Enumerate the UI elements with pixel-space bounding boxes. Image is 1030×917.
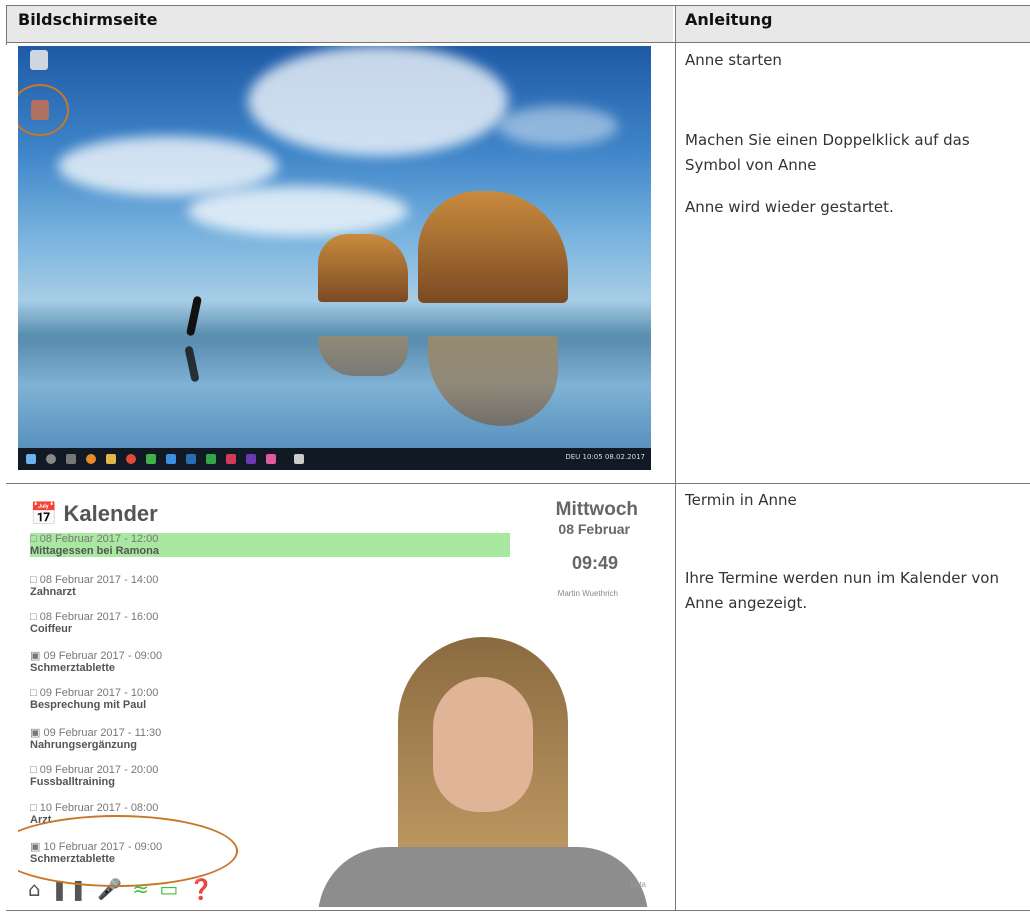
- table-border-top: [6, 5, 1030, 6]
- event-title: Mittagessen bei Ramona: [30, 545, 159, 557]
- event-title: Coiffeur: [30, 623, 73, 635]
- table-border-left: [6, 5, 7, 45]
- start-icon[interactable]: [26, 454, 36, 464]
- anne-avatar: [318, 637, 648, 907]
- instruction-title-2: Termin in Anne: [685, 491, 797, 509]
- current-date: 08 Februar: [558, 521, 630, 537]
- search-icon[interactable]: [46, 454, 56, 464]
- home-icon[interactable]: ⌂: [28, 877, 43, 901]
- app-icon[interactable]: [226, 454, 236, 464]
- weekday: Mittwoch: [555, 499, 638, 520]
- header-anleitung: Anleitung: [685, 10, 773, 29]
- table-border-mid: [675, 5, 676, 910]
- instruction-title-1: Anne starten: [685, 51, 782, 69]
- calendar-icon: □: [30, 802, 40, 814]
- tray-lang: DEU: [565, 453, 581, 461]
- chrome-icon[interactable]: [126, 454, 136, 464]
- table-border-row: [6, 483, 1030, 484]
- calendar-app-icon[interactable]: [294, 454, 304, 464]
- anne-calendar-screenshot: 📅 Kalender Mittwoch 08 Februar 09:49 Mar…: [18, 487, 658, 907]
- table-border-header: [6, 42, 1030, 43]
- tray-clock-date: 08.02.2017: [604, 453, 645, 461]
- system-tray: DEU 10:05 08.02.2017: [565, 453, 645, 461]
- desktop-screenshot: DEU 10:05 08.02.2017: [18, 46, 651, 470]
- tray-clock-time: 10:05: [582, 453, 603, 461]
- cloud: [248, 46, 508, 156]
- sync-icon[interactable]: [146, 454, 156, 464]
- event-date: □ 08 Februar 2017 - 16:00: [30, 611, 159, 623]
- calendar-icon: □: [30, 611, 40, 623]
- annotation-circle-anne-icon: [18, 84, 69, 136]
- event-date: □ 08 Februar 2017 - 14:00: [30, 574, 159, 586]
- recycle-bin-icon[interactable]: [30, 50, 48, 70]
- calendar-icon: 📅: [30, 501, 58, 526]
- rock-left: [318, 234, 408, 302]
- version-label: beta: [630, 880, 646, 889]
- app-icon[interactable]: [206, 454, 216, 464]
- event-date: □ 08 Februar 2017 - 12:00: [30, 533, 159, 545]
- current-time: 09:49: [571, 553, 618, 573]
- calendar-event[interactable]: □ 08 Februar 2017 - 16:00 Coiffeur: [30, 611, 510, 635]
- calendar-icon: □: [30, 533, 40, 545]
- calendar-icon: □: [30, 687, 40, 699]
- pill-icon: ▣: [30, 650, 44, 662]
- cloud: [188, 186, 408, 236]
- calendar-icon: □: [30, 764, 40, 776]
- rock-reflection: [428, 336, 558, 426]
- task-view-icon[interactable]: [66, 454, 76, 464]
- calendar-icon: □: [30, 574, 40, 586]
- instruction-text-2: Ihre Termine werden nun im Kalender von …: [685, 569, 999, 612]
- windows-taskbar: DEU 10:05 08.02.2017: [18, 448, 651, 470]
- app-icon[interactable]: [166, 454, 176, 464]
- calendar-event[interactable]: □ 08 Februar 2017 - 14:00 Zahnarzt: [30, 574, 510, 598]
- instruction-result-1: Anne wird wieder gestartet.: [685, 198, 894, 216]
- pill-icon: ▣: [30, 727, 44, 739]
- calendar-event[interactable]: □ 08 Februar 2017 - 12:00 Mittagessen bei…: [30, 533, 510, 557]
- event-title: Zahnarzt: [30, 586, 76, 598]
- calendar-title: 📅 Kalender: [30, 501, 158, 526]
- help-icon[interactable]: ❓: [189, 877, 216, 901]
- cloud: [498, 106, 618, 146]
- instruction-text-1: Machen Sie einen Doppelklick auf das Sym…: [685, 131, 970, 174]
- app-icon[interactable]: [186, 454, 196, 464]
- explorer-icon[interactable]: [106, 454, 116, 464]
- app-icon[interactable]: [246, 454, 256, 464]
- runner-reflection: [184, 345, 200, 383]
- cloud: [58, 136, 278, 196]
- runner-figure: [185, 295, 203, 337]
- user-name: Martin Wuethrich: [557, 589, 618, 598]
- app-icon[interactable]: [266, 454, 276, 464]
- table-border-bottom: [6, 910, 1030, 911]
- header-bildschirmseite: Bildschirmseite: [18, 10, 158, 29]
- rock-reflection: [318, 336, 408, 376]
- firefox-icon[interactable]: [86, 454, 96, 464]
- rock-right: [418, 191, 568, 303]
